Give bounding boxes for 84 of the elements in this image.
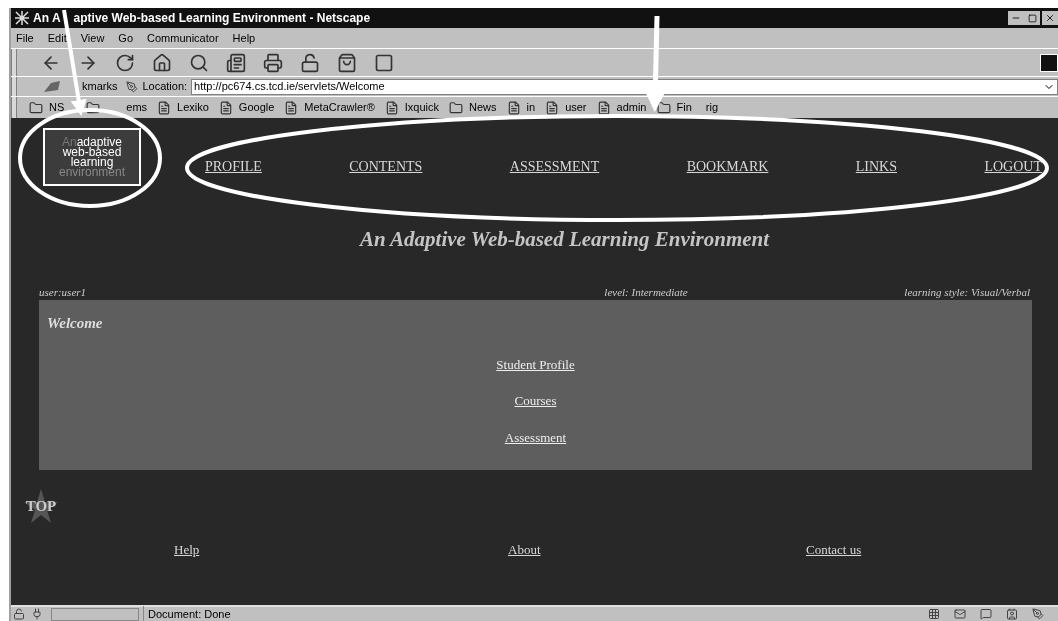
search-icon[interactable] — [189, 52, 209, 73]
toolbar-grip[interactable] — [11, 77, 17, 96]
lock-icon[interactable] — [300, 52, 320, 73]
page-icon[interactable] — [506, 100, 521, 115]
level-info: level: Intermediate — [604, 284, 689, 300]
footer-link[interactable]: About — [508, 540, 541, 560]
location-label: Location: — [142, 79, 188, 95]
logo-text: environment — [58, 167, 125, 177]
nav-link[interactable]: PROFILE — [205, 156, 262, 177]
netscape-icon — [15, 11, 29, 25]
panel-link[interactable]: Courses — [514, 391, 557, 411]
bookmark-icon[interactable] — [43, 79, 61, 94]
home-icon[interactable] — [152, 52, 172, 73]
stop-icon[interactable] — [374, 52, 394, 73]
menu-item[interactable]: Help — [232, 29, 256, 47]
nav-link[interactable]: ASSESSMENT — [509, 156, 600, 177]
toolbar-grip[interactable] — [11, 97, 17, 118]
menu-item[interactable]: View — [80, 29, 105, 47]
page-icon[interactable] — [218, 100, 233, 115]
page-icon[interactable] — [545, 100, 560, 115]
shortcut-link[interactable]: rig — [705, 99, 718, 116]
contact-card-icon[interactable] — [1006, 608, 1018, 620]
bookmarks-label[interactable]: kmarks — [82, 78, 118, 95]
netscape-logo — [1040, 53, 1058, 72]
status-text: Document: Done — [143, 605, 231, 621]
user-info: user:user1 — [39, 284, 88, 300]
folder-icon[interactable] — [449, 100, 464, 115]
pen-icon[interactable] — [1032, 608, 1044, 620]
security-icon[interactable] — [13, 608, 25, 620]
shortcut-link[interactable]: in — [526, 99, 536, 116]
panel-link[interactable]: Student Profile — [496, 354, 575, 374]
toolbar-grip[interactable] — [11, 49, 17, 76]
footer-link[interactable]: Help — [174, 540, 200, 560]
chat-icon[interactable] — [980, 608, 992, 620]
mail-icon[interactable] — [954, 608, 966, 620]
shortcut-link[interactable]: News — [469, 99, 497, 116]
newspaper-icon[interactable] — [226, 52, 246, 73]
panel-title: Welcome — [47, 314, 104, 333]
shortcut-link[interactable]: NS — [49, 99, 65, 116]
url-field[interactable]: http://pc674.cs.tcd.ie/servlets/Welcome — [191, 78, 1058, 95]
nav-link[interactable]: LOGOUT — [984, 156, 1042, 177]
page-heading: An Adaptive Web-based Learning Environment — [358, 226, 771, 253]
nav-link[interactable]: CONTENTS — [349, 156, 423, 177]
shortcut-link[interactable]: Lexiko — [177, 99, 209, 116]
menu-item[interactable]: Go — [118, 29, 134, 47]
panel-link[interactable]: Assessment — [504, 427, 567, 447]
folder-icon[interactable] — [29, 100, 43, 115]
maximize-icon — [1027, 13, 1037, 23]
shortcut-link[interactable]: admin — [616, 99, 647, 116]
connection-icon — [31, 608, 43, 620]
maximize-button[interactable] — [1024, 11, 1040, 25]
close-button[interactable] — [1042, 11, 1058, 25]
logo-text: An — [61, 137, 77, 147]
folder-icon[interactable] — [656, 100, 671, 115]
location-icon — [126, 80, 139, 93]
logo-text: adaptive — [76, 137, 123, 147]
menu-item[interactable]: Edit — [47, 29, 67, 47]
learning-style-info: learning style: Visual/Verbal — [904, 284, 1030, 300]
shortcut-link[interactable]: MetaCrawler® — [304, 99, 375, 116]
page-icon[interactable] — [384, 100, 399, 115]
close-icon — [1045, 13, 1055, 23]
window-title: An A — [33, 10, 61, 27]
menu-item[interactable]: File — [16, 29, 34, 47]
print-icon[interactable] — [263, 52, 283, 73]
shortcut-link[interactable]: Ixquick — [404, 99, 440, 116]
shortcut-link[interactable]: Fin — [676, 99, 692, 116]
footer-link[interactable]: Contact us — [806, 540, 862, 560]
page-icon[interactable] — [284, 100, 299, 115]
menu-item[interactable]: Communicator — [147, 29, 219, 47]
shortcut-link[interactable]: Google — [238, 99, 275, 116]
window-title: aptive Web-based Learning Environment - Netscape — [73, 10, 371, 27]
folder-icon[interactable] — [86, 100, 101, 115]
shortcut-link[interactable]: user — [565, 99, 587, 116]
nav-link[interactable]: BOOKMARK — [686, 156, 769, 177]
logo-text: web-based — [62, 147, 122, 157]
bag-icon[interactable] — [337, 52, 357, 73]
shortcut-link[interactable]: ems — [126, 99, 148, 116]
reload-icon[interactable] — [115, 52, 135, 73]
nav-link[interactable]: LINKS — [855, 156, 897, 177]
page-icon[interactable] — [596, 100, 611, 115]
page-icon[interactable] — [157, 100, 172, 115]
logo-text: learning — [70, 157, 114, 167]
grid-icon[interactable] — [928, 608, 940, 620]
minimize-button[interactable] — [1008, 11, 1024, 25]
